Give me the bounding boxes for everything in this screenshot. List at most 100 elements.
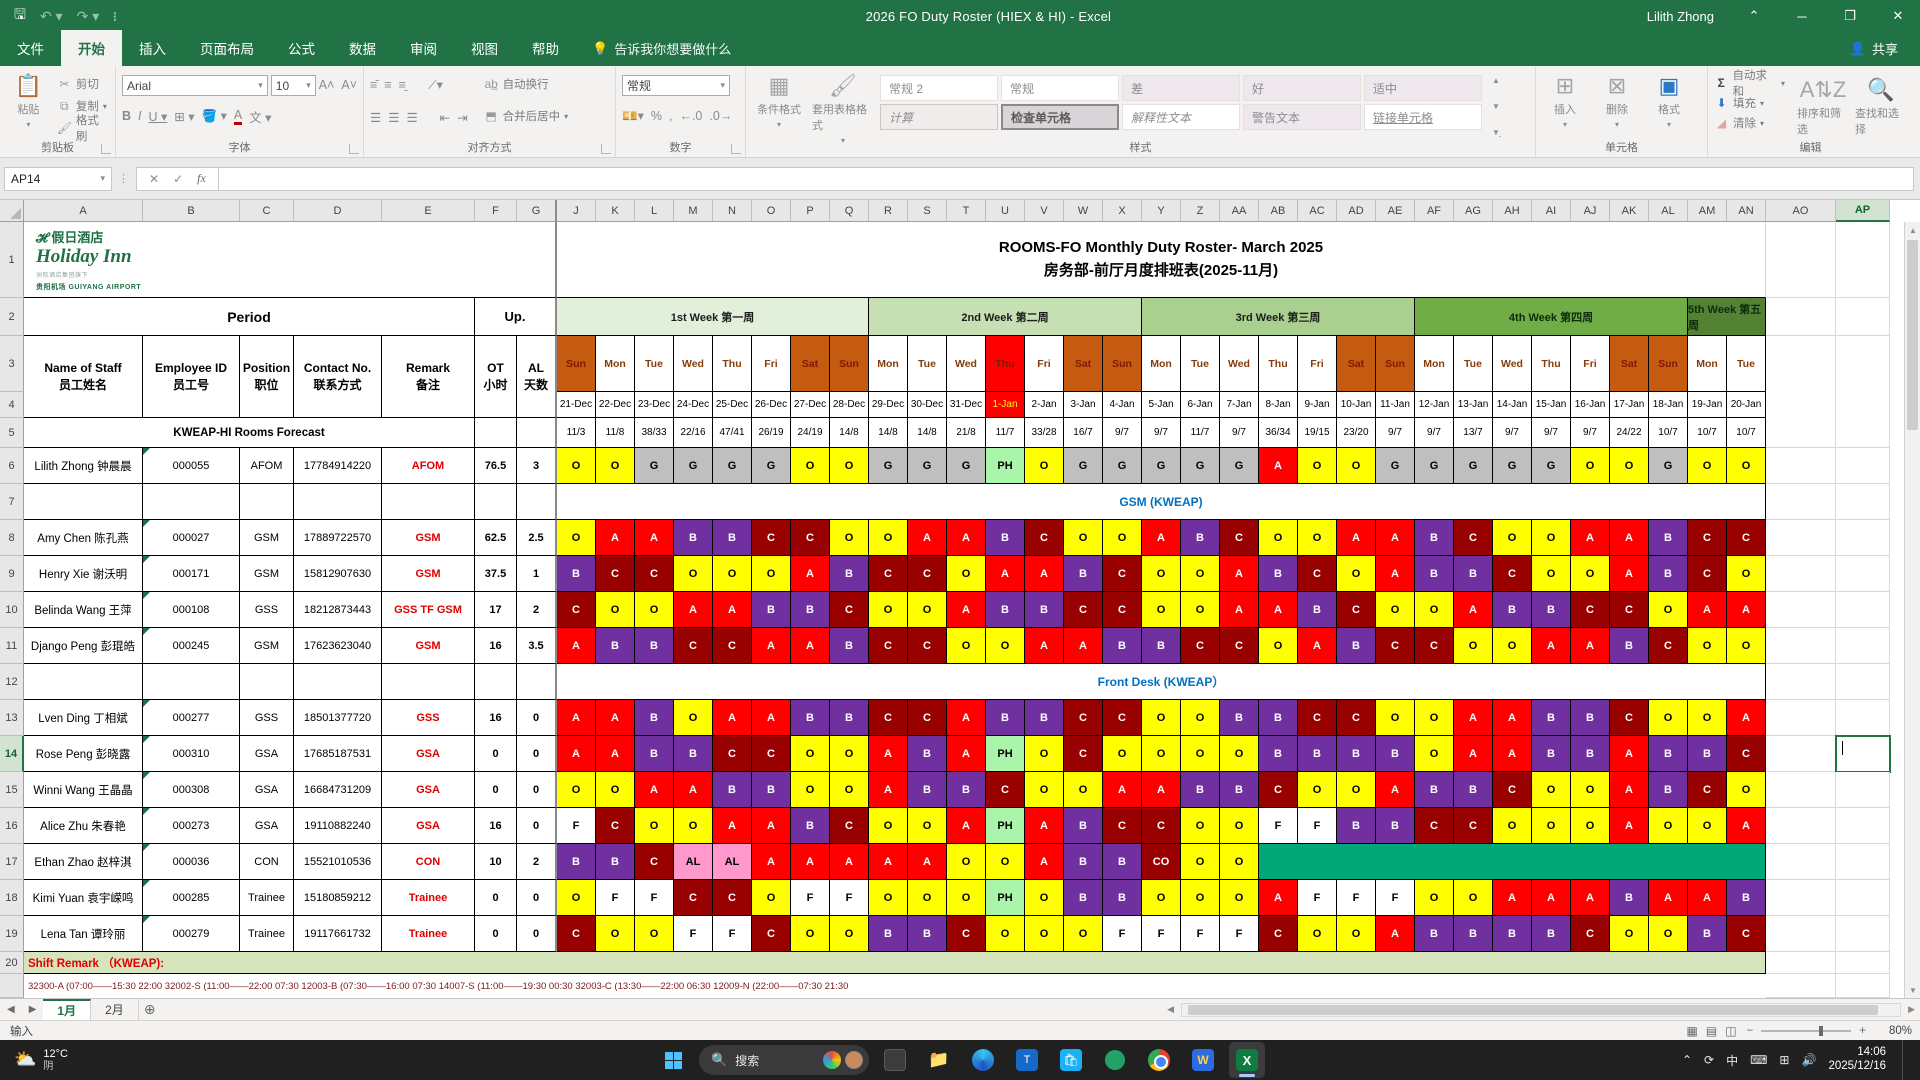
forecast-day-17[interactable]: 11/7: [1181, 418, 1220, 448]
shift-cell-9-30[interactable]: C: [1688, 556, 1727, 592]
shift-cell-10-3[interactable]: O: [635, 592, 674, 628]
shift-cell-19-18[interactable]: F: [1220, 916, 1259, 952]
font-dialog-launcher-icon[interactable]: [349, 144, 359, 154]
shift-cell-14-10[interactable]: B: [908, 736, 947, 772]
staff-id-9[interactable]: 000171: [143, 556, 240, 592]
shift-cell-8-10[interactable]: A: [908, 520, 947, 556]
staff-position-13[interactable]: GSS: [240, 700, 294, 736]
italic-button[interactable]: I: [138, 109, 141, 123]
staff-position-18[interactable]: Trainee: [240, 880, 294, 916]
shift-cell-6-16[interactable]: G: [1142, 448, 1181, 484]
select-all-corner[interactable]: [0, 200, 24, 222]
shift-cell-14-2[interactable]: A: [596, 736, 635, 772]
cell-AP1[interactable]: [1836, 222, 1890, 298]
date-23-Dec[interactable]: 23-Dec: [635, 392, 674, 418]
date-18-Jan[interactable]: 18-Jan: [1649, 392, 1688, 418]
shift-cell-14-13[interactable]: O: [1025, 736, 1064, 772]
shift-cell-19-20[interactable]: O: [1298, 916, 1337, 952]
shift-cell-19-30[interactable]: B: [1688, 916, 1727, 952]
shift-cell-14-6[interactable]: C: [752, 736, 791, 772]
shift-cell-15-5[interactable]: B: [713, 772, 752, 808]
shift-cell-14-25[interactable]: A: [1493, 736, 1532, 772]
shift-cell-10-20[interactable]: B: [1298, 592, 1337, 628]
shift-cell-9-6[interactable]: O: [752, 556, 791, 592]
column-header-AO[interactable]: AO: [1766, 200, 1836, 222]
confirm-entry-icon[interactable]: ✓: [173, 172, 183, 186]
comma-button[interactable]: ,: [669, 109, 672, 123]
date-31-Dec[interactable]: 31-Dec: [947, 392, 986, 418]
staff-contact-17[interactable]: 15521010536: [294, 844, 382, 880]
borders-button[interactable]: ⊞ ▾: [174, 109, 194, 124]
shift-cell-17-18[interactable]: O: [1220, 844, 1259, 880]
staff-contact-13[interactable]: 18501377720: [294, 700, 382, 736]
shift-cell-19-23[interactable]: B: [1415, 916, 1454, 952]
shift-cell-10-22[interactable]: O: [1376, 592, 1415, 628]
shift-cell-6-18[interactable]: G: [1220, 448, 1259, 484]
day-name-22[interactable]: Sun: [1376, 336, 1415, 392]
shift-cell-6-29[interactable]: G: [1649, 448, 1688, 484]
staff-id-18[interactable]: 000285: [143, 880, 240, 916]
align-bottom-button[interactable]: ≡̱: [399, 78, 406, 92]
signed-in-user[interactable]: Lilith Zhong: [1647, 9, 1714, 24]
bold-button[interactable]: B: [122, 109, 131, 123]
qat-customize-icon[interactable]: ᎒: [113, 7, 116, 26]
shift-cell-9-19[interactable]: B: [1259, 556, 1298, 592]
day-name-14[interactable]: Sat: [1064, 336, 1103, 392]
shift-cell-11-26[interactable]: A: [1532, 628, 1571, 664]
column-header-K[interactable]: K: [596, 200, 635, 222]
forecast-day-28[interactable]: 24/22: [1610, 418, 1649, 448]
shift-cell-10-5[interactable]: A: [713, 592, 752, 628]
gallery-scroll[interactable]: ▲ ▼ ▼̱: [1488, 70, 1504, 139]
date-20-Jan[interactable]: 20-Jan: [1727, 392, 1766, 418]
staff-position-15[interactable]: GSA: [240, 772, 294, 808]
shift-cell-18-1[interactable]: O: [557, 880, 596, 916]
shift-cell-16-7[interactable]: B: [791, 808, 830, 844]
style-normal2[interactable]: 常规 2: [880, 75, 998, 101]
shift-cell-10-25[interactable]: B: [1493, 592, 1532, 628]
date-10-Jan[interactable]: 10-Jan: [1337, 392, 1376, 418]
forecast-day-19[interactable]: 36/34: [1259, 418, 1298, 448]
shift-cell-18-7[interactable]: F: [791, 880, 830, 916]
row-header-8[interactable]: 8: [0, 520, 24, 556]
tab-page-layout[interactable]: 页面布局: [183, 30, 271, 66]
shift-cell-9-17[interactable]: O: [1181, 556, 1220, 592]
section-left-12[interactable]: [382, 664, 475, 700]
shift-cell-15-8[interactable]: O: [830, 772, 869, 808]
shift-cell-13-24[interactable]: A: [1454, 700, 1493, 736]
shift-cell-18-30[interactable]: A: [1688, 880, 1727, 916]
shift-cell-11-20[interactable]: A: [1298, 628, 1337, 664]
column-header-AE[interactable]: AE: [1376, 200, 1415, 222]
underline-button[interactable]: U ▾: [149, 109, 168, 124]
shift-cell-8-5[interactable]: B: [713, 520, 752, 556]
forecast-day-22[interactable]: 9/7: [1376, 418, 1415, 448]
shift-cell-13-11[interactable]: A: [947, 700, 986, 736]
shift-cell-18-17[interactable]: O: [1181, 880, 1220, 916]
staff-remark-11[interactable]: GSM: [382, 628, 475, 664]
shift-cell-18-13[interactable]: O: [1025, 880, 1064, 916]
shift-cell-9-14[interactable]: B: [1064, 556, 1103, 592]
undo-icon[interactable]: ↶ ▾: [40, 8, 63, 25]
shift-cell-11-22[interactable]: C: [1376, 628, 1415, 664]
row-header-13[interactable]: 13: [0, 700, 24, 736]
redo-icon[interactable]: ↷ ▾: [77, 8, 100, 25]
taskbar-app-edge[interactable]: [965, 1042, 1001, 1078]
scroll-up-arrow[interactable]: ▲: [1905, 222, 1920, 238]
staff-contact-11[interactable]: 17623623040: [294, 628, 382, 664]
day-name-6[interactable]: Fri: [752, 336, 791, 392]
tell-me-box[interactable]: 💡 告诉我你想要做什么: [576, 31, 747, 66]
staff-remark-13[interactable]: GSS: [382, 700, 475, 736]
shift-cell-14-28[interactable]: A: [1610, 736, 1649, 772]
date-14-Jan[interactable]: 14-Jan: [1493, 392, 1532, 418]
shift-cell-6-13[interactable]: O: [1025, 448, 1064, 484]
column-header-AK[interactable]: AK: [1610, 200, 1649, 222]
shift-cell-6-8[interactable]: O: [830, 448, 869, 484]
cell-AP15[interactable]: [1836, 772, 1890, 808]
shift-cell-8-4[interactable]: B: [674, 520, 713, 556]
shift-cell-13-4[interactable]: O: [674, 700, 713, 736]
shift-cell-10-27[interactable]: C: [1571, 592, 1610, 628]
shift-cell-14-17[interactable]: O: [1181, 736, 1220, 772]
shift-cell-18-19[interactable]: A: [1259, 880, 1298, 916]
column-header-AA[interactable]: AA: [1220, 200, 1259, 222]
staff-contact-8[interactable]: 17889722570: [294, 520, 382, 556]
close-button[interactable]: ✕: [1876, 0, 1920, 32]
